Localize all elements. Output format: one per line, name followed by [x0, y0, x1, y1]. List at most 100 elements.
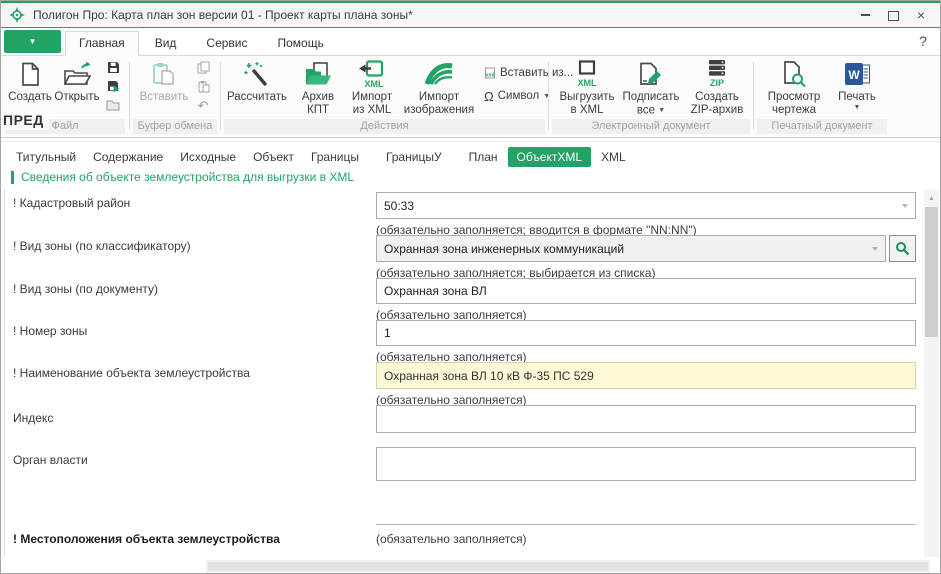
section-accent-bar [11, 171, 14, 184]
doc-tab-ishodnye[interactable]: Исходные [173, 147, 243, 167]
chevron-down-icon[interactable] [902, 204, 908, 208]
document-tab-strip: Титульный Содержание Исходные Объект Гра… [9, 147, 636, 167]
field-label-object-location: ! Местоположения объекта землеустройства [13, 532, 363, 546]
export-xml-button-label: Выгрузить в XML [558, 91, 616, 117]
doc-tab-titulny[interactable]: Титульный [9, 147, 83, 167]
copy-icon[interactable] [197, 60, 210, 74]
field-label-object-name: ! Наименование объекта землеустройства [13, 366, 363, 380]
content-divider [1, 141, 940, 142]
group-label-printdoc: Печатный документ [757, 119, 887, 134]
omega-icon: Ω [484, 89, 494, 104]
print-button[interactable]: W Печать ▼ [835, 58, 879, 111]
application-window: Полигон Про: Карта план зон версии 01 - … [0, 0, 941, 574]
field-label-authority: Орган власти [13, 453, 363, 467]
ribbon-group-actions: Рассчитать Архив КПТ [222, 56, 547, 136]
import-image-button[interactable]: Импорт изображения [402, 58, 476, 117]
create-zip-button-label: Создать ZIP-архив [686, 91, 748, 117]
paste-button[interactable]: Вставить [137, 58, 191, 104]
minimize-button[interactable] [854, 6, 876, 24]
horizontal-scrollbar-thumb[interactable] [208, 562, 928, 571]
classifier-search-button[interactable] [889, 235, 916, 262]
export-xml-icon: XML [574, 58, 600, 90]
doc-tab-soderzhanie[interactable]: Содержание [86, 147, 170, 167]
save-as-icon[interactable] [107, 79, 120, 93]
save-icon[interactable] [107, 60, 120, 74]
doc-tab-obektxml[interactable]: ОбъектXML [508, 147, 592, 167]
title-bar: Полигон Про: Карта план зон версии 01 - … [1, 1, 940, 28]
preview-drawing-button-label: Просмотр чертежа [763, 91, 825, 117]
ribbon-separator [753, 62, 754, 130]
svg-text:W: W [848, 68, 860, 82]
minimize-icon [861, 14, 870, 16]
paste-icon [151, 58, 177, 90]
export-xml-button[interactable]: XML Выгрузить в XML [558, 58, 616, 117]
symbol-button[interactable]: Ω Символ ▼ [484, 87, 550, 105]
preview-drawing-button[interactable]: Просмотр чертежа [763, 58, 825, 117]
tab-pomosch[interactable]: Помощь [264, 31, 338, 55]
panel-left-border [4, 189, 5, 557]
ribbon-group-edocument: XML Выгрузить в XML Подписать все ▼ [550, 56, 752, 136]
tab-vid[interactable]: Вид [141, 31, 191, 55]
doc-tab-xml[interactable]: XML [594, 147, 633, 167]
object-name-input[interactable] [376, 362, 916, 389]
vertical-scrollbar-thumb[interactable] [925, 207, 938, 337]
ribbon-group-clipboard: Вставить ↶ Буфер обм [131, 56, 219, 136]
chevron-down-icon[interactable] [872, 247, 878, 251]
field-label-index: Индекс [13, 411, 363, 425]
help-button[interactable]: ? [914, 32, 932, 50]
undo-icon[interactable]: ↶ [198, 98, 209, 112]
authority-input[interactable] [376, 447, 916, 481]
tab-glavnaya[interactable]: Главная [65, 31, 139, 56]
field-separator [376, 524, 916, 525]
print-button-label: Печать [838, 91, 876, 104]
maximize-button[interactable] [882, 6, 904, 24]
maximize-icon [888, 11, 899, 21]
create-button[interactable]: Создать [7, 58, 53, 104]
field-label-zone-number: ! Номер зоны [13, 324, 363, 338]
svg-text:xml: xml [486, 73, 495, 79]
paste-special-icon[interactable] [197, 79, 210, 93]
open-folder-icon [63, 58, 91, 90]
archive-kpt-button-label: Архив КПТ [294, 91, 342, 117]
sign-all-button-label: Подписать все ▼ [622, 91, 680, 118]
doc-tab-granitsyu[interactable]: ГраницыУ [379, 147, 449, 167]
horizontal-scrollbar[interactable] [206, 560, 930, 573]
scroll-up-icon[interactable]: ▲ [924, 192, 939, 205]
document-magnifier-icon [781, 58, 807, 90]
field-label-cadastral-district: ! Кадастровый район [13, 196, 363, 210]
import-xml-button[interactable]: XML Импорт из XML [346, 58, 398, 117]
doc-tab-granitsy[interactable]: Границы [304, 147, 366, 167]
field-hint: (обязательно заполняется) [376, 532, 527, 546]
import-image-button-label: Импорт изображения [402, 91, 476, 117]
image-swoosh-icon [424, 58, 454, 90]
tab-servis[interactable]: Сервис [192, 31, 261, 55]
window-title: Полигон Про: Карта план зон версии 01 - … [33, 8, 413, 22]
zone-number-input[interactable] [376, 320, 916, 346]
open-button[interactable]: Открыть [53, 58, 101, 104]
create-zip-button[interactable]: ZIP Создать ZIP-архив [686, 58, 748, 117]
close-button[interactable]: × [910, 6, 932, 24]
calculate-button[interactable]: Рассчитать [226, 58, 288, 104]
ribbon: Создать Открыть [1, 56, 940, 138]
index-input[interactable] [376, 405, 916, 433]
ribbon-separator [548, 62, 549, 130]
ribbon-tab-row: ▼ Главная Вид Сервис Помощь ? [1, 28, 940, 56]
archive-folder-icon [304, 58, 332, 90]
chevron-down-icon: ▼ [658, 107, 665, 114]
doc-tab-plan[interactable]: План [462, 147, 505, 167]
app-menu-button[interactable]: ▼ [4, 30, 61, 53]
zone-type-classifier-value: Охранная зона инженерных коммуникаций [384, 242, 624, 256]
clipboard-small-buttons: ↶ [193, 60, 213, 112]
zone-type-classifier-combo[interactable]: Охранная зона инженерных коммуникаций [376, 235, 886, 262]
vertical-scrollbar[interactable]: ▲ [924, 190, 939, 557]
cadastral-district-combo[interactable]: 50:33 [376, 192, 916, 219]
sign-all-button[interactable]: Подписать все ▼ [622, 58, 680, 118]
doc-tab-obekt[interactable]: Объект [246, 147, 301, 167]
magic-wand-icon [244, 58, 270, 90]
create-button-label: Создать [8, 91, 52, 104]
search-icon [895, 241, 910, 256]
archive-kpt-button[interactable]: Архив КПТ [294, 58, 342, 117]
zone-type-document-input[interactable] [376, 278, 916, 304]
field-label-zone-type-classifier: ! Вид зоны (по классификатору) [13, 239, 363, 253]
open-small-icon[interactable] [106, 98, 120, 112]
